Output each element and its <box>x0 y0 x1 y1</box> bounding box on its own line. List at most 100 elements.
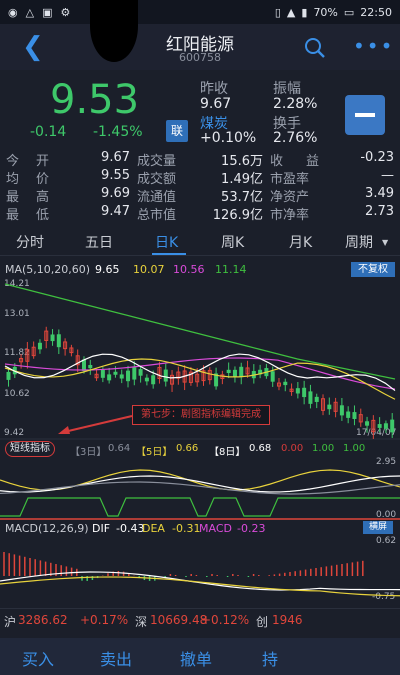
period-dropdown-icon[interactable]: ▼ <box>382 238 388 247</box>
stat-value: 53.7亿 <box>221 190 263 205</box>
remove-watchlist-button[interactable] <box>345 95 385 135</box>
macd-value: -0.23 <box>237 522 266 535</box>
indicator-name[interactable]: 短线指标 <box>5 441 55 457</box>
link-badge[interactable]: 联 <box>166 120 188 142</box>
cy-value: 1946 <box>272 613 303 627</box>
tab-weekly-k[interactable]: 周K <box>221 232 244 252</box>
notification-icon: △ <box>25 5 35 19</box>
cancel-order-button[interactable]: 撤单 <box>180 646 212 670</box>
macd-legend: MACD(12,26,9) DIF -0.43 DEA -0.31 MACD -… <box>0 521 400 537</box>
dea-line <box>0 576 400 597</box>
ma-label: MA(5,10,20,60) <box>5 263 91 276</box>
index-ticker[interactable]: 沪 3286.62 +0.17% 深 10669.48 +0.12% 创 194… <box>0 608 400 630</box>
stat-label: 成交额 <box>137 172 177 187</box>
stats-row: 今 开 9.67 成交量 15.6万 收 益 -0.23 <box>0 150 400 169</box>
candle-body <box>295 388 300 394</box>
candle-body <box>377 424 382 428</box>
stat-value: 2.73 <box>365 204 394 219</box>
candle-body <box>37 342 42 350</box>
candle-body <box>226 369 231 374</box>
stock-code: 600758 <box>179 51 221 64</box>
stat-label: 流通值 <box>137 190 177 205</box>
candle-body <box>6 371 11 380</box>
tab-period[interactable]: 周期 <box>345 232 373 252</box>
macd-chart[interactable] <box>0 538 400 604</box>
sz-label: 深 <box>135 615 148 629</box>
annotation-box: 第七步：剧图指标编辑完成 <box>132 405 270 425</box>
sh-pct: +0.17% <box>80 613 129 627</box>
candle-body <box>119 374 124 379</box>
photo-icon: ▣ <box>42 5 53 19</box>
candle-body <box>327 404 332 410</box>
stat-value: 3.49 <box>365 186 394 201</box>
stat-value: 15.6万 <box>221 154 263 169</box>
candle-body <box>302 387 307 398</box>
stat-label: 均 <box>6 172 20 187</box>
buy-button[interactable]: 买入 <box>22 646 54 670</box>
candle-body <box>283 381 288 386</box>
indicator-d5-value: 0.66 <box>176 443 199 454</box>
stat-label: 成交量 <box>137 154 177 169</box>
indicator-value: 0.00 <box>281 443 304 454</box>
stat-label: 最 <box>6 190 20 205</box>
stat-label: 益 <box>306 154 320 169</box>
candle-body <box>270 371 275 382</box>
signal-icon: ▮ <box>301 5 308 19</box>
battery-percent: 70% <box>313 5 338 19</box>
candle-body <box>390 419 395 433</box>
candle-body <box>88 365 93 369</box>
search-icon[interactable] <box>304 37 326 59</box>
candle-body <box>100 369 105 378</box>
indicator-d3-label: 【3日】 <box>70 447 107 458</box>
ma20-line <box>4 357 396 390</box>
indicator-legend: 短线指标 【3日】 0.64 【5日】 0.66 【8日】 0.68 0.00 … <box>0 441 400 458</box>
candle-body <box>144 377 149 382</box>
indicator-chart[interactable] <box>0 458 400 520</box>
candle-body <box>352 412 357 419</box>
dif-value: -0.43 <box>116 522 145 535</box>
tab-monthly-k[interactable]: 月K <box>289 232 312 252</box>
sh-value: 3286.62 <box>18 613 68 627</box>
sell-button[interactable]: 卖出 <box>100 646 132 670</box>
tab-daily-k[interactable]: 日K <box>155 232 178 252</box>
indicator-step-line <box>0 497 400 517</box>
candle-body <box>138 369 143 376</box>
candle-body <box>56 334 61 348</box>
stat-value: 9.69 <box>101 186 130 201</box>
indicator-line <box>0 469 400 491</box>
stat-label: 今 <box>6 154 20 169</box>
dea-label: DEA <box>142 522 165 535</box>
indicator-d5-label: 【5日】 <box>136 447 173 458</box>
current-price: 9.53 <box>50 77 140 123</box>
wechat-icon: ◉ <box>8 5 18 19</box>
candle-body <box>163 369 168 382</box>
adjust-button[interactable]: 不复权 <box>351 262 395 277</box>
tab-five-day[interactable]: 五日 <box>85 232 113 252</box>
candle-body <box>314 396 319 402</box>
sz-pct: +0.12% <box>201 613 250 627</box>
stat-label: 市净率 <box>270 208 310 223</box>
stat-value: 9.47 <box>101 204 130 219</box>
candle-body <box>126 370 131 382</box>
stat-label: 最 <box>6 208 20 223</box>
macd-value-label: MACD <box>199 522 232 535</box>
landscape-button[interactable]: 横屏 <box>363 521 393 534</box>
cy-label: 创 <box>256 615 269 629</box>
stat-label: 收 <box>270 154 284 169</box>
candle-body <box>346 411 351 418</box>
nav-bar: ❮ 红阳能源 600758 ••• <box>0 24 400 70</box>
stat-value: -0.23 <box>360 150 394 165</box>
indicator-value: 1.00 <box>312 443 335 454</box>
prev-close-label: 昨收 <box>200 81 228 97</box>
indicator-value: 1.00 <box>343 443 366 454</box>
wifi-icon: ▲ <box>286 5 296 19</box>
tab-intraday[interactable]: 分时 <box>16 232 44 252</box>
vibrate-icon: ▯ <box>274 5 281 19</box>
active-tab-indicator <box>152 253 186 255</box>
trade-bar: 买入 卖出 撤单 持 <box>0 638 400 675</box>
more-icon[interactable]: ••• <box>353 36 394 56</box>
candle-body <box>151 375 156 385</box>
turnover-value: 2.76% <box>273 130 318 146</box>
quote-panel: 9.53 -0.14 -1.45% 联 昨收 9.67 煤炭 +0.10% 振幅… <box>0 70 400 148</box>
holdings-button[interactable]: 持 <box>262 646 278 670</box>
